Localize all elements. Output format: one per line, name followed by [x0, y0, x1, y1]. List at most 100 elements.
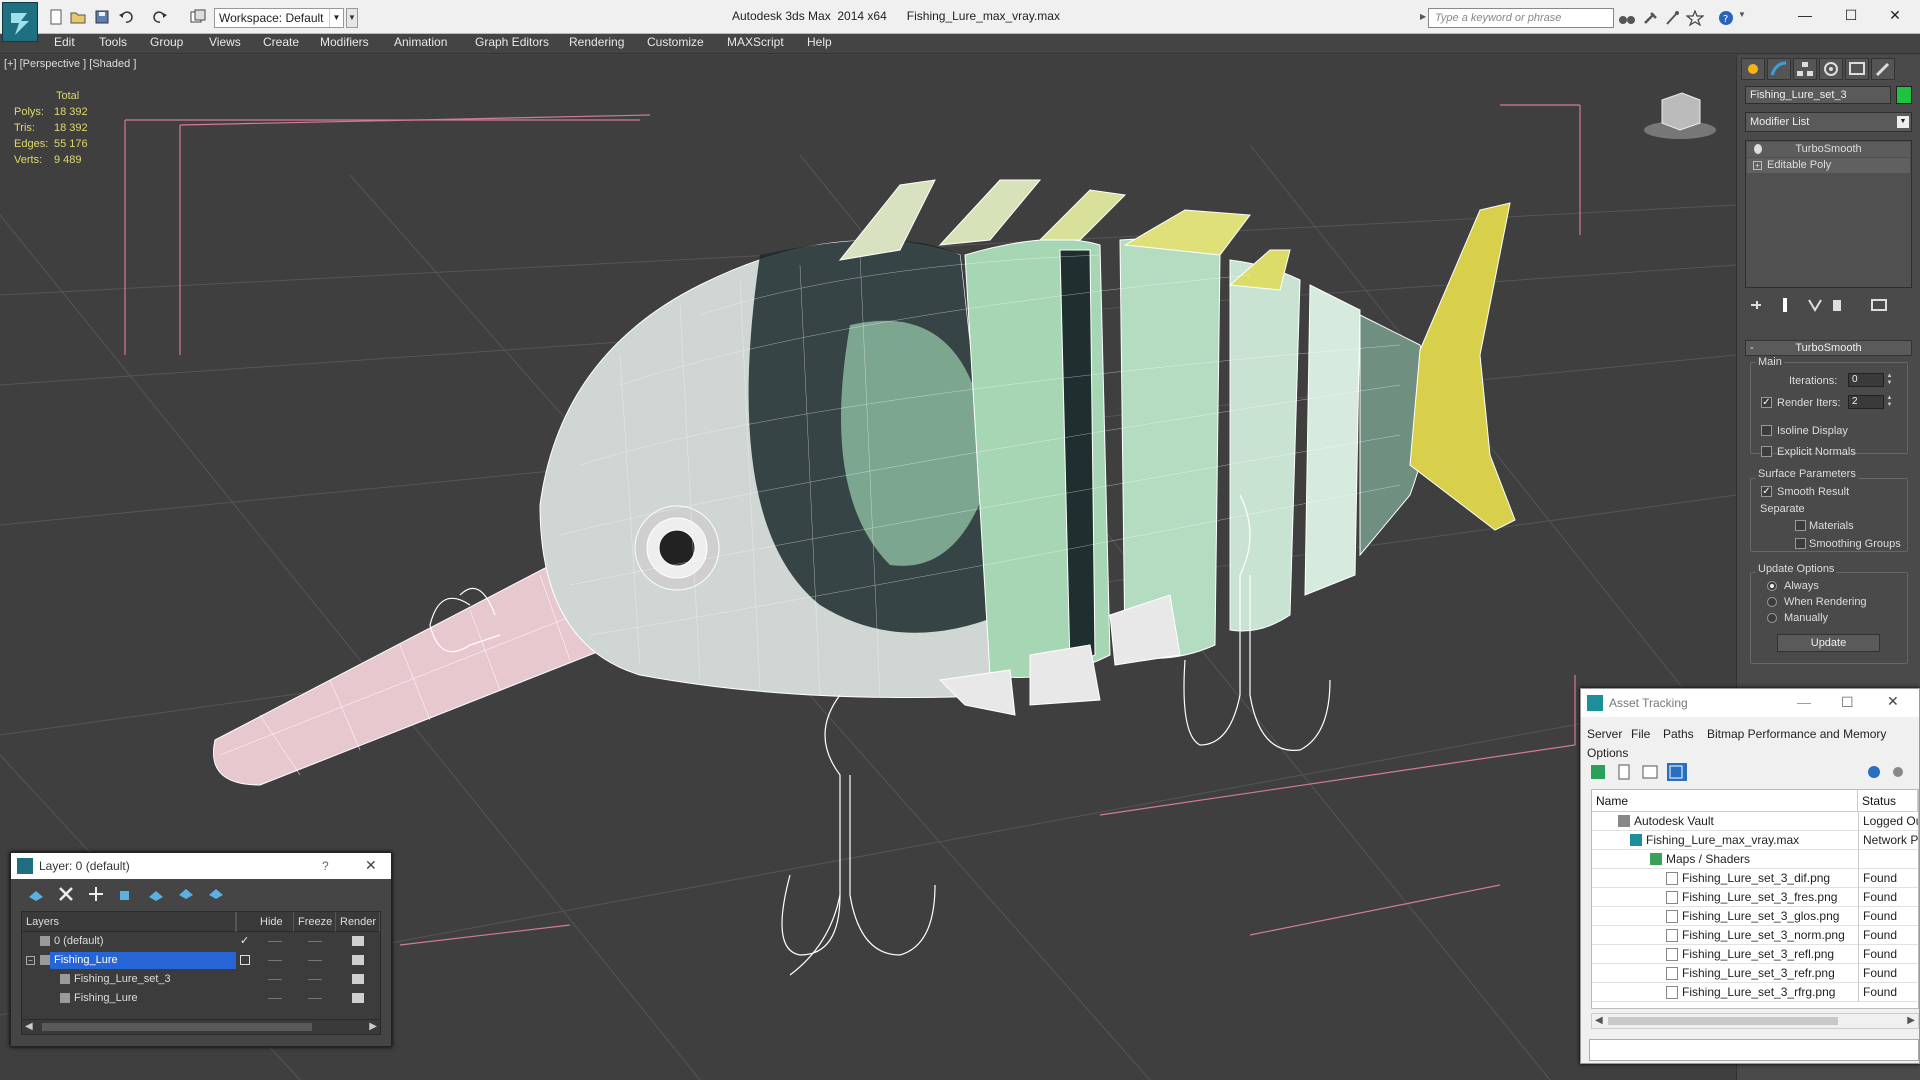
menu-modifiers[interactable]: Modifiers — [320, 35, 369, 49]
spinner-arrows-icon[interactable]: ▲ ▼ — [1885, 373, 1894, 387]
menu-tools[interactable]: Tools — [99, 35, 127, 49]
communication-center-icon[interactable] — [1642, 10, 1660, 26]
render-teapot-icon[interactable] — [352, 955, 364, 965]
horizontal-scrollbar[interactable]: ◀ ▶ — [1591, 1013, 1919, 1029]
asset-path-field[interactable] — [1589, 1039, 1919, 1061]
asset-row[interactable]: Fishing_Lure_set_3_dif.png Found — [1592, 869, 1918, 888]
scroll-left-icon[interactable]: ◀ — [1595, 1015, 1603, 1026]
settings-icon[interactable] — [1889, 763, 1909, 781]
binoculars-icon[interactable] — [1618, 10, 1636, 26]
render-teapot-icon[interactable] — [352, 993, 364, 1003]
stack-item-turbosmooth[interactable]: TurboSmooth — [1747, 142, 1910, 157]
hide-toggle[interactable] — [268, 960, 282, 961]
modifier-list-dropdown[interactable]: Modifier List ▼ — [1745, 112, 1912, 132]
viewport-label[interactable]: [+] [Perspective ] [Shaded ] — [4, 58, 136, 70]
modify-tab-icon[interactable] — [1767, 58, 1791, 80]
menu-rendering[interactable]: Rendering — [569, 35, 624, 49]
redo-icon[interactable] — [152, 9, 170, 25]
scroll-thumb[interactable] — [42, 1023, 312, 1031]
hierarchy-tab-icon[interactable] — [1793, 58, 1817, 80]
menu-server[interactable]: Server — [1587, 727, 1622, 741]
freeze-toggle[interactable] — [308, 960, 322, 961]
column-header-layers[interactable]: Layers — [22, 912, 236, 932]
satellite-icon[interactable] — [1664, 10, 1682, 26]
hide-toggle[interactable] — [268, 941, 282, 942]
horizontal-scrollbar[interactable]: ◀ ▶ — [21, 1019, 381, 1035]
minimize-button[interactable]: — — [1797, 694, 1811, 710]
configure-modifier-sets-icon[interactable] — [1869, 296, 1889, 314]
hide-toggle[interactable] — [268, 998, 282, 999]
freeze-toggle[interactable] — [308, 998, 322, 999]
column-header-status[interactable]: Status — [1858, 790, 1918, 812]
show-end-result-icon[interactable] — [1775, 296, 1795, 314]
asset-row[interactable]: Fishing_Lure_set_3_refr.png Found — [1592, 964, 1918, 983]
column-header-name[interactable]: Name — [1592, 790, 1858, 812]
layer-row[interactable]: Fishing_Lure_set_3 — [22, 970, 380, 989]
scroll-right-icon[interactable]: ▶ — [369, 1021, 377, 1032]
close-icon[interactable]: ✕ — [1887, 693, 1899, 710]
menu-create[interactable]: Create — [263, 35, 299, 49]
app-logo-button[interactable] — [2, 2, 38, 42]
turbosmooth-rollout-header[interactable]: - TurboSmooth — [1745, 340, 1912, 356]
freeze-toggle[interactable] — [308, 941, 322, 942]
menu-bitmap-performance[interactable]: Bitmap Performance and Memory — [1707, 727, 1886, 741]
isoline-display-checkbox[interactable] — [1761, 425, 1772, 436]
render-iters-checkbox[interactable]: ✓ — [1761, 397, 1772, 408]
utilities-tab-icon[interactable] — [1871, 58, 1895, 80]
object-name-field[interactable]: Fishing_Lure_set_3 — [1745, 86, 1891, 104]
layer-row[interactable]: 0 (default) ✓ — [22, 932, 380, 951]
menu-help[interactable]: Help — [807, 35, 832, 49]
freeze-all-layers-icon[interactable] — [207, 885, 225, 903]
display-tab-icon[interactable] — [1845, 58, 1869, 80]
help-dropdown-icon[interactable]: ▼ — [1738, 10, 1746, 19]
create-tab-icon[interactable] — [1741, 58, 1765, 80]
menu-file[interactable]: File — [1631, 727, 1650, 741]
column-header-render[interactable]: Render — [336, 912, 380, 932]
active-layer-box-icon[interactable] — [240, 955, 250, 965]
workspace-selector[interactable]: Workspace: Default ▼ — [214, 8, 344, 28]
project-folder-icon[interactable] — [190, 9, 208, 25]
expand-arrow-icon[interactable]: ▶ — [1420, 12, 1426, 21]
menu-group[interactable]: Group — [150, 35, 183, 49]
asset-row[interactable]: Fishing_Lure_set_3_refl.png Found — [1592, 945, 1918, 964]
column-header-freeze[interactable]: Freeze — [294, 912, 336, 932]
open-file-icon[interactable] — [70, 9, 88, 25]
smooth-result-checkbox[interactable]: ✓ — [1761, 486, 1772, 497]
highlight-layer-icon[interactable] — [147, 885, 165, 903]
asset-row[interactable]: Fishing_Lure_set_3_norm.png Found — [1592, 926, 1918, 945]
scroll-thumb[interactable] — [1608, 1017, 1838, 1025]
remove-modifier-icon[interactable] — [1827, 296, 1847, 314]
asset-row[interactable]: Maps / Shaders — [1592, 850, 1918, 869]
motion-tab-icon[interactable] — [1819, 58, 1843, 80]
make-unique-icon[interactable] — [1805, 296, 1825, 314]
menu-paths[interactable]: Paths — [1663, 727, 1694, 741]
undo-icon[interactable] — [118, 9, 136, 25]
select-objects-icon[interactable] — [117, 885, 135, 903]
close-icon[interactable]: ✕ — [365, 857, 377, 874]
layer-row[interactable]: Fishing_Lure — [22, 989, 380, 1008]
when-rendering-radio[interactable] — [1767, 597, 1777, 607]
maximize-button[interactable]: ☐ — [1840, 4, 1862, 26]
hide-toggle[interactable] — [268, 979, 282, 980]
spinner-arrows-icon[interactable]: ▲ ▼ — [1885, 395, 1894, 409]
save-file-icon[interactable] — [94, 9, 112, 25]
maximize-button[interactable]: ☐ — [1841, 694, 1854, 711]
asset-row[interactable]: Autodesk Vault Logged Out — [1592, 812, 1918, 831]
menu-customize[interactable]: Customize — [647, 35, 704, 49]
layer-dialog-titlebar[interactable]: Layer: 0 (default) ? ✕ — [11, 853, 391, 879]
delete-layer-icon[interactable] — [57, 885, 75, 903]
materials-checkbox[interactable] — [1795, 520, 1806, 531]
list-view-icon[interactable] — [1615, 763, 1635, 781]
minimize-button[interactable]: — — [1794, 4, 1816, 26]
asset-tracking-titlebar[interactable]: Asset Tracking — ☐ ✕ — [1581, 689, 1919, 717]
help-button[interactable]: ? — [322, 859, 329, 873]
help-icon[interactable] — [1865, 763, 1885, 781]
render-teapot-icon[interactable] — [352, 974, 364, 984]
stack-item-editable-poly[interactable]: + Editable Poly — [1747, 158, 1910, 173]
scroll-right-icon[interactable]: ▶ — [1907, 1015, 1915, 1026]
menu-graph-editors[interactable]: Graph Editors — [475, 35, 549, 49]
asset-row[interactable]: Fishing_Lure_set_3_rfrg.png Found — [1592, 983, 1918, 1002]
manually-radio[interactable] — [1767, 613, 1777, 623]
asset-row[interactable]: Fishing_Lure_set_3_fres.png Found — [1592, 888, 1918, 907]
menu-maxscript[interactable]: MAXScript — [727, 35, 784, 49]
